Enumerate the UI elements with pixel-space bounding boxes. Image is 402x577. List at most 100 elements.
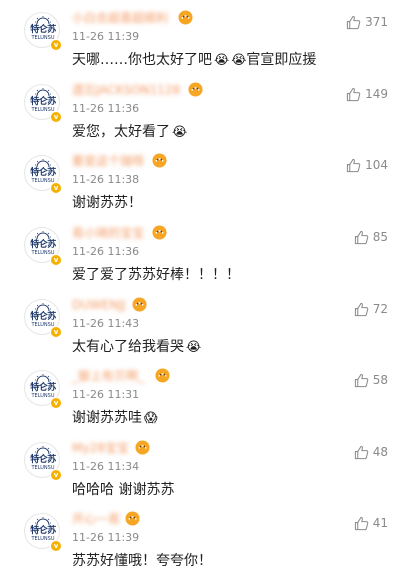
username[interactable]: 易小琦的宝宝 bbox=[72, 223, 144, 243]
like-button[interactable]: 149 bbox=[346, 84, 388, 104]
username[interactable]: _御上有贝啊_ bbox=[72, 366, 144, 386]
comment-item: 特仑苏 TELUNSU v 要是这个瑞呀 11-26 11:38 谢谢苏苏！ 1… bbox=[0, 143, 402, 215]
avatar[interactable]: 特仑苏 TELUNSU v bbox=[24, 84, 62, 123]
avatar[interactable]: 特仑苏 TELUNSU v bbox=[24, 227, 62, 266]
comment-time: 11-26 11:36 bbox=[72, 102, 140, 115]
like-button[interactable]: 72 bbox=[354, 299, 388, 319]
fan-badge-icon bbox=[178, 10, 193, 25]
comment-item: 特仑苏 TELUNSU v DUWENJJ 11-26 11:43 太有心了给我… bbox=[0, 287, 402, 359]
comment-item: 特仑苏 TELUNSU v My28宝宝 11-26 11:34 哈哈哈 谢谢苏… bbox=[0, 430, 402, 502]
fan-badge-icon bbox=[152, 153, 167, 168]
fan-badge-icon bbox=[155, 368, 170, 383]
comment-body: 爱您，太好看了 bbox=[72, 124, 170, 140]
comment-time: 11-26 11:34 bbox=[72, 460, 140, 473]
comment-body: 太有心了给我看哭 bbox=[72, 339, 184, 355]
username[interactable]: 要是这个瑞呀 bbox=[72, 151, 144, 171]
comment-text: 谢谢苏苏哇 😱 bbox=[72, 408, 158, 429]
fan-badge-icon bbox=[132, 297, 147, 312]
comment-text: 谢谢苏苏！ bbox=[72, 193, 142, 213]
thumbs-up-icon bbox=[346, 158, 361, 172]
verified-v-icon: v bbox=[50, 254, 62, 266]
emoji: 😭 bbox=[231, 53, 247, 68]
avatar-brand: 特仑苏 bbox=[30, 312, 56, 322]
avatar-brand: 特仑苏 bbox=[30, 168, 56, 178]
avatar-brand: 特仑苏 bbox=[30, 455, 56, 465]
avatar-brand: 特仑苏 bbox=[30, 526, 56, 536]
like-button[interactable]: 41 bbox=[354, 513, 388, 533]
fan-badge-icon bbox=[188, 82, 203, 97]
like-count: 72 bbox=[372, 302, 388, 316]
verified-v-icon: v bbox=[50, 540, 62, 552]
fan-badge-icon bbox=[135, 440, 150, 455]
comment-body-suffix: 官宣即应援 bbox=[246, 52, 317, 68]
avatar[interactable]: 特仑苏 TELUNSU v bbox=[24, 155, 62, 194]
verified-v-icon: v bbox=[50, 182, 62, 194]
thumbs-up-icon bbox=[346, 15, 361, 29]
avatar-brand: 特仑苏 bbox=[30, 383, 56, 393]
thumbs-up-icon bbox=[354, 445, 368, 459]
username[interactable]: 遗忘JACKSON1128 bbox=[72, 80, 180, 100]
emoji: 😭 bbox=[214, 53, 230, 68]
like-button[interactable]: 58 bbox=[354, 370, 388, 390]
sun-logo-icon bbox=[35, 374, 51, 382]
sun-logo-icon bbox=[35, 16, 51, 24]
sun-logo-icon bbox=[35, 231, 51, 239]
avatar-brand: 特仑苏 bbox=[30, 25, 56, 35]
comment-text: 太有心了给我看哭 😭 bbox=[72, 337, 201, 358]
like-count: 58 bbox=[372, 373, 388, 387]
comment-text: 爱了爱了苏苏好棒！！！！ bbox=[72, 265, 240, 285]
comment-time: 11-26 11:43 bbox=[72, 317, 140, 330]
comment-time: 11-26 11:38 bbox=[72, 173, 140, 186]
comment-item: 特仑苏 TELUNSU v 遗忘JACKSON1128 11-26 11:36 … bbox=[0, 72, 402, 144]
thumbs-up-icon bbox=[354, 516, 368, 530]
comment-body: 天哪……你也太好了吧 bbox=[72, 52, 212, 68]
comment-list: 特仑苏 TELUNSU v 小白合超喜超顺利 11-26 11:39 天哪……你… bbox=[0, 0, 402, 577]
like-button[interactable]: 48 bbox=[354, 442, 388, 462]
comment-time: 11-26 11:36 bbox=[72, 245, 140, 258]
thumbs-up-icon bbox=[346, 87, 361, 101]
comment-text: 哈哈哈 谢谢苏苏 bbox=[72, 480, 174, 500]
avatar[interactable]: 特仑苏 TELUNSU v bbox=[24, 370, 62, 409]
comment-time: 11-26 11:39 bbox=[72, 30, 140, 43]
sun-logo-icon bbox=[35, 446, 51, 454]
avatar[interactable]: 特仑苏 TELUNSU v bbox=[24, 12, 62, 51]
like-count: 41 bbox=[372, 516, 388, 530]
avatar-brand: 特仑苏 bbox=[30, 97, 56, 107]
emoji: 😭 bbox=[172, 125, 188, 140]
comment-text: 苏苏好懂哦！夸夸你！ bbox=[72, 551, 212, 571]
verified-v-icon: v bbox=[50, 469, 62, 481]
comment-item: 特仑苏 TELUNSU v _御上有贝啊_ 11-26 11:31 谢谢苏苏哇 😱… bbox=[0, 358, 402, 430]
comment-body: 谢谢苏苏哇 bbox=[72, 410, 142, 426]
verified-v-icon: v bbox=[50, 111, 62, 123]
username[interactable]: My28宝宝 bbox=[72, 438, 129, 458]
comment-body: 苏苏好懂哦！夸夸你！ bbox=[72, 553, 212, 569]
like-count: 48 bbox=[372, 445, 388, 459]
emoji: 😭 bbox=[186, 340, 202, 355]
avatar[interactable]: 特仑苏 TELUNSU v bbox=[24, 442, 62, 481]
username[interactable]: 小白合超喜超顺利 bbox=[72, 8, 168, 28]
like-button[interactable]: 371 bbox=[346, 12, 388, 32]
comment-body: 爱了爱了苏苏好棒！！！！ bbox=[72, 267, 240, 283]
verified-v-icon: v bbox=[50, 39, 62, 51]
like-button[interactable]: 104 bbox=[346, 155, 388, 175]
comment-text: 天哪……你也太好了吧 😭 😭官宣即应援 bbox=[72, 50, 316, 71]
like-count: 104 bbox=[365, 158, 388, 172]
comment-item: 特仑苏 TELUNSU v 易小琦的宝宝 11-26 11:36 爱了爱了苏苏好… bbox=[0, 215, 402, 287]
fan-badge-icon bbox=[152, 225, 167, 240]
avatar[interactable]: 特仑苏 TELUNSU v bbox=[24, 299, 62, 338]
verified-v-icon: v bbox=[50, 397, 62, 409]
like-button[interactable]: 85 bbox=[354, 227, 388, 247]
comment-body: 谢谢苏苏！ bbox=[72, 195, 142, 211]
like-count: 149 bbox=[365, 87, 388, 101]
thumbs-up-icon bbox=[354, 373, 368, 387]
comment-text: 爱您，太好看了 😭 bbox=[72, 122, 187, 143]
sun-logo-icon bbox=[35, 517, 51, 525]
username[interactable]: 开心一易 bbox=[72, 509, 120, 529]
avatar[interactable]: 特仑苏 TELUNSU v bbox=[24, 513, 62, 552]
sun-logo-icon bbox=[35, 303, 51, 311]
username[interactable]: DUWENJJ bbox=[72, 295, 126, 315]
thumbs-up-icon bbox=[354, 230, 368, 244]
like-count: 371 bbox=[365, 15, 388, 29]
comment-time: 11-26 11:39 bbox=[72, 531, 140, 544]
emoji: 😱 bbox=[144, 411, 158, 426]
